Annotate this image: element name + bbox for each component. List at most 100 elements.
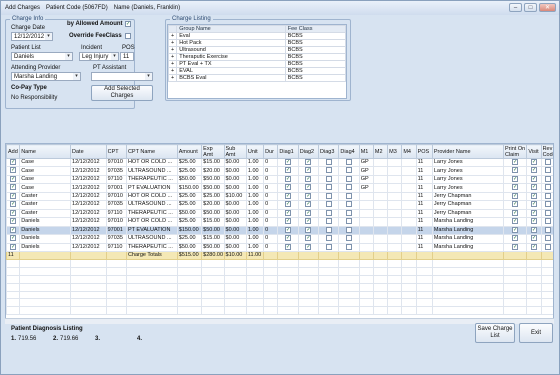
expand-icon[interactable]: + [167, 60, 178, 68]
col-header[interactable]: Diag1 [277, 144, 299, 159]
table-row[interactable]: ✓ Caster 12/12/2012 97035 ULTRASOUND ... $25.… [6, 200, 553, 210]
checkbox[interactable]: ✓ [10, 244, 17, 250]
checkbox[interactable]: ✓ [512, 168, 519, 174]
m4-cell[interactable] [401, 234, 417, 244]
checkbox[interactable]: ✓ [530, 227, 537, 233]
col-header[interactable]: CPT Name [125, 144, 178, 159]
calendar-dropdown-icon[interactable]: ▾ [45, 33, 52, 40]
checkbox[interactable]: ✓ [530, 159, 537, 165]
m4-cell[interactable] [401, 183, 417, 193]
checkbox[interactable] [346, 159, 353, 165]
m3-cell[interactable] [387, 157, 403, 168]
checkbox[interactable]: ✓ [512, 184, 519, 191]
col-header[interactable]: Unit [245, 144, 265, 159]
m4-cell[interactable] [401, 208, 417, 219]
checkbox[interactable] [325, 244, 332, 250]
checkbox[interactable] [346, 193, 353, 199]
checkbox[interactable]: ✓ [285, 227, 292, 233]
checkbox[interactable]: ✓ [530, 218, 537, 225]
charge-listing-row[interactable]: + BCBS Eval BCBS [167, 74, 347, 82]
checkbox[interactable]: ✓ [285, 184, 292, 191]
incident-select[interactable]: Leg Injury ▾ [79, 52, 119, 61]
col-header[interactable]: M1 [358, 144, 374, 159]
checkbox[interactable]: ✓ [285, 168, 292, 174]
m4-cell[interactable] [401, 200, 417, 210]
table-row[interactable]: ✓ Daniels 12/12/2012 97035 ULTRASOUND ... $25… [6, 234, 553, 244]
checkbox[interactable]: ✓ [285, 159, 292, 165]
table-row[interactable]: ✓ Case 12/12/2012 97110 THERAPEUTIC ... $50.0… [6, 174, 553, 185]
m2-cell[interactable] [372, 225, 389, 236]
checkbox[interactable]: ✓ [305, 168, 312, 174]
pt-assistant-select[interactable]: ▾ [91, 72, 153, 81]
m3-cell[interactable] [387, 200, 403, 210]
checkbox[interactable]: ✓ [512, 159, 519, 165]
m2-cell[interactable] [372, 183, 389, 193]
checkbox[interactable]: ✓ [10, 193, 17, 199]
checkbox[interactable] [346, 218, 353, 225]
checkbox[interactable] [325, 210, 332, 216]
m2-cell[interactable] [372, 242, 389, 253]
checkbox[interactable] [346, 235, 353, 242]
checkbox[interactable] [346, 227, 353, 233]
table-row[interactable]: ✓ Daniels 12/12/2012 97110 THERAPEUTIC ... $5… [6, 242, 553, 253]
col-header[interactable]: CPT [105, 144, 127, 159]
col-header[interactable]: Sub Amt [223, 144, 247, 159]
col-header[interactable]: Diag4 [338, 144, 360, 159]
m3-cell[interactable] [387, 183, 403, 193]
checkbox[interactable]: ✓ [305, 244, 312, 250]
checkbox[interactable] [544, 168, 551, 174]
checkbox[interactable]: ✓ [285, 201, 292, 208]
expand-icon[interactable]: + [167, 67, 178, 75]
checkbox[interactable]: ✓ [530, 176, 537, 182]
checkbox[interactable]: ✓ [10, 168, 17, 174]
m4-cell[interactable] [401, 217, 417, 227]
by-allowed-checkbox[interactable]: ✓ [125, 21, 131, 27]
col-header[interactable]: Dur [263, 144, 279, 159]
pos-select[interactable]: 11 [120, 52, 134, 61]
charge-listing-row[interactable]: + PT Eval + TX BCBS [167, 60, 347, 68]
col-header[interactable]: Diag2 [297, 144, 320, 159]
m2-cell[interactable] [372, 157, 389, 168]
checkbox[interactable]: ✓ [512, 201, 519, 208]
expand-icon[interactable]: + [167, 53, 178, 61]
checkbox[interactable] [325, 168, 332, 174]
checkbox[interactable]: ✓ [512, 193, 519, 199]
m4-cell[interactable] [401, 166, 417, 176]
m3-cell[interactable] [387, 191, 403, 202]
checkbox[interactable] [346, 201, 353, 208]
checkbox[interactable] [325, 184, 332, 191]
checkbox[interactable]: ✓ [530, 244, 537, 250]
override-feeclass-checkbox[interactable] [125, 33, 131, 39]
col-header[interactable]: M2 [372, 144, 389, 159]
checkbox[interactable]: ✓ [512, 210, 519, 216]
table-row[interactable]: ✓ Case 12/12/2012 97035 ULTRASOUND ... $25.00… [6, 166, 553, 176]
checkbox[interactable] [325, 201, 332, 208]
checkbox[interactable] [346, 168, 353, 174]
checkbox[interactable] [325, 227, 332, 233]
checkbox[interactable] [544, 201, 551, 208]
expand-icon[interactable]: + [167, 32, 178, 40]
expand-icon[interactable]: + [167, 74, 178, 82]
table-row[interactable]: ✓ Case 12/12/2012 97001 PT EVALUATION $150.00… [6, 183, 553, 193]
add-selected-charges-button[interactable]: Add Selected Charges [91, 85, 153, 101]
col-header[interactable]: Name [19, 144, 72, 159]
charge-listing-row[interactable]: + Eval BCBS [167, 32, 347, 40]
col-header[interactable]: Visit [526, 144, 542, 159]
checkbox[interactable]: ✓ [285, 193, 292, 199]
m3-cell[interactable] [387, 174, 403, 185]
col-header[interactable]: Provider Name [431, 144, 504, 159]
checkbox[interactable]: ✓ [530, 168, 537, 174]
checkbox[interactable]: ✓ [285, 210, 292, 216]
close-icon[interactable]: ✕ [539, 3, 556, 12]
checkbox[interactable]: ✓ [10, 201, 17, 208]
m2-cell[interactable] [372, 200, 389, 210]
checkbox[interactable]: ✓ [10, 210, 17, 216]
checkbox[interactable]: ✓ [305, 201, 312, 208]
checkbox[interactable]: ✓ [512, 244, 519, 250]
m2-cell[interactable] [372, 208, 389, 219]
checkbox[interactable]: ✓ [10, 227, 17, 233]
minimize-icon[interactable]: – [509, 3, 522, 12]
checkbox[interactable]: ✓ [285, 176, 292, 182]
checkbox[interactable]: ✓ [10, 184, 17, 191]
exit-button[interactable]: Exit [519, 323, 553, 343]
